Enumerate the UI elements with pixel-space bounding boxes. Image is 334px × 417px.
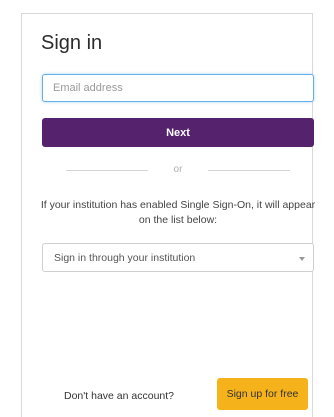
page-title: Sign in [41,32,103,54]
institution-select[interactable]: Sign in through your institution [42,243,314,272]
institution-select-label: Sign in through your institution [54,252,196,264]
or-divider: or [66,164,290,176]
sso-info-text: If your institution has enabled Single S… [40,199,316,226]
sign-up-button[interactable]: Sign up for free [217,378,308,410]
next-button[interactable]: Next [42,118,314,147]
sign-in-card: Sign in Next or If your institution has … [21,13,315,417]
email-field[interactable] [42,74,314,102]
chevron-down-icon [299,257,305,261]
no-account-text: Don't have an account? [64,390,174,402]
divider-line-right [208,170,290,171]
